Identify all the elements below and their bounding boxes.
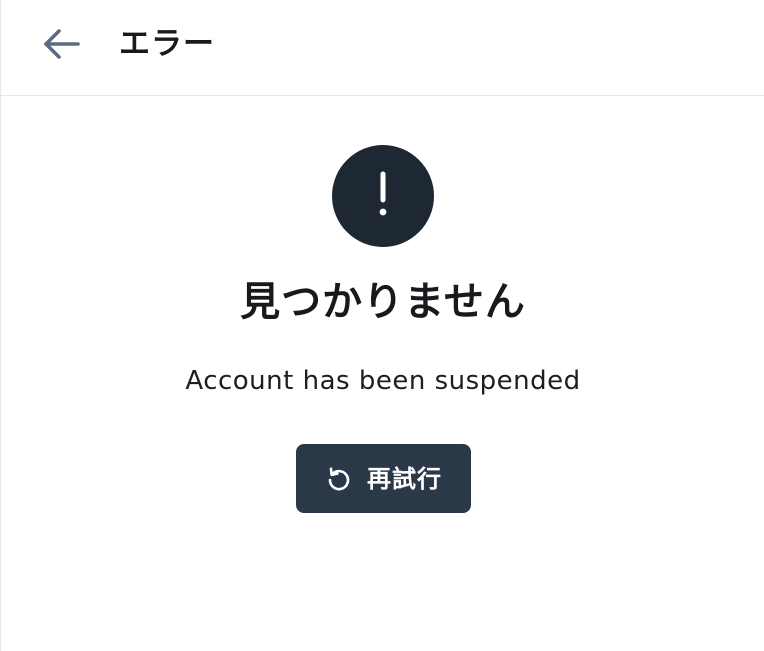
- arrow-left-icon: [39, 24, 83, 64]
- back-button[interactable]: [37, 24, 85, 64]
- error-message: Account has been suspended: [185, 366, 581, 396]
- refresh-icon: [325, 465, 353, 493]
- error-content: 見つかりません Account has been suspended 再試行: [1, 96, 764, 651]
- retry-button-label: 再試行: [367, 464, 442, 493]
- exclamation-icon: [373, 166, 393, 226]
- error-title: 見つかりません: [240, 279, 526, 325]
- error-screen: エラー 見つかりません Account has been suspended 再…: [0, 0, 764, 651]
- top-app-bar: エラー: [1, 0, 764, 96]
- retry-button[interactable]: 再試行: [296, 444, 471, 513]
- error-icon-circle: [332, 145, 434, 247]
- page-title: エラー: [119, 26, 215, 62]
